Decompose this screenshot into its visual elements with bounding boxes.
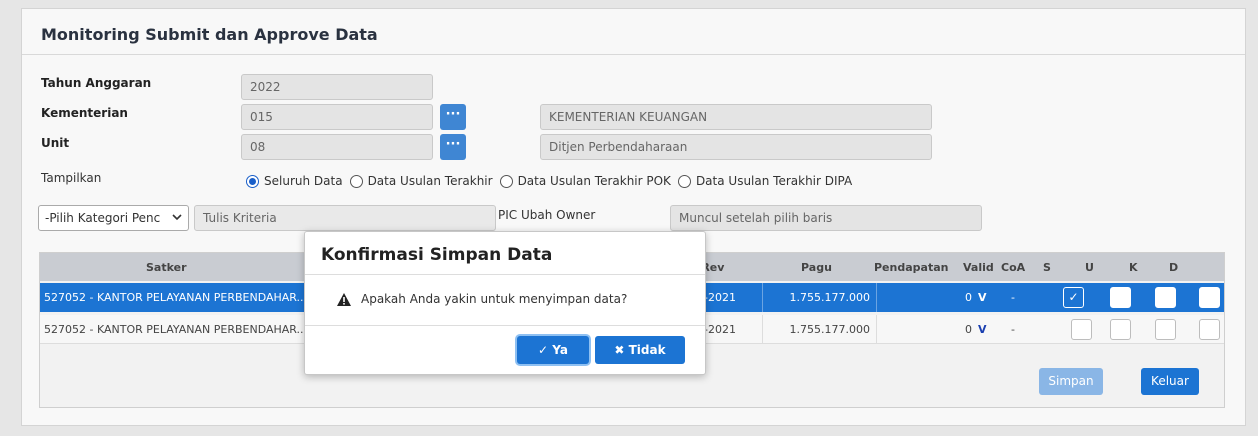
- th-satker[interactable]: Satker: [146, 261, 187, 274]
- radio-icon[interactable]: [349, 174, 363, 188]
- dialog-message: Apakah Anda yakin untuk menyimpan data?: [337, 292, 627, 306]
- checkbox-u[interactable]: [1110, 319, 1131, 340]
- cell-satker: 527052 - KANTOR PELAYANAN PERBENDAHAR...: [44, 291, 308, 304]
- tidak-button[interactable]: ✖ Tidak: [595, 336, 685, 364]
- kementerian-lookup-button[interactable]: ···: [440, 104, 466, 130]
- cell-valid: V: [978, 323, 987, 336]
- kementerian-label: Kementerian: [41, 106, 128, 120]
- th-valid[interactable]: Valid: [963, 261, 994, 274]
- cell-pendapatan: 0: [965, 291, 972, 304]
- unit-lookup-button[interactable]: ···: [440, 134, 466, 160]
- radio-seluruh-data[interactable]: Seluruh Data: [246, 174, 343, 188]
- th-s[interactable]: S: [1043, 261, 1051, 274]
- tampilkan-radio-group: Seluruh Data Data Usulan Terakhir Data U…: [246, 174, 859, 188]
- checkbox-d[interactable]: [1199, 287, 1220, 308]
- simpan-button[interactable]: Simpan: [1039, 368, 1103, 395]
- th-d[interactable]: D: [1169, 261, 1178, 274]
- cell-pendapatan: 0: [965, 323, 972, 336]
- column-divider: [762, 283, 763, 312]
- unit-label: Unit: [41, 136, 70, 150]
- radio-data-usulan-terakhir-dipa[interactable]: Data Usulan Terakhir DIPA: [677, 174, 852, 188]
- kriteria-input[interactable]: Tulis Kriteria: [194, 205, 496, 231]
- unit-code-field[interactable]: 08: [241, 134, 433, 160]
- radio-data-usulan-terakhir-pok[interactable]: Data Usulan Terakhir POK: [499, 174, 671, 188]
- radio-selected-icon[interactable]: [246, 174, 259, 188]
- checkbox-k[interactable]: [1155, 319, 1176, 340]
- th-u[interactable]: U: [1085, 261, 1094, 274]
- unit-name-field: Ditjen Perbendaharaan: [540, 134, 932, 160]
- ya-button[interactable]: ✓ Ya: [517, 336, 589, 364]
- checkbox-d[interactable]: [1199, 319, 1220, 340]
- cell-pagu: 1.755.177.000: [789, 323, 870, 336]
- dialog-divider: [305, 274, 705, 275]
- checkbox-s[interactable]: [1071, 319, 1092, 340]
- column-divider: [876, 315, 877, 344]
- cell-coa: -: [1011, 323, 1015, 336]
- cell-valid: V: [978, 291, 987, 304]
- cell-coa: -: [1011, 291, 1015, 304]
- cell-pagu: 1.755.177.000: [789, 291, 870, 304]
- cell-satker: 527052 - KANTOR PELAYANAN PERBENDAHAR...: [44, 323, 308, 336]
- column-divider: [762, 315, 763, 344]
- chevron-down-icon: [172, 210, 182, 227]
- column-divider: [876, 283, 877, 312]
- th-coa[interactable]: CoA: [1001, 261, 1025, 274]
- panel-header: Monitoring Submit dan Approve Data: [22, 9, 1245, 55]
- radio-icon[interactable]: [499, 174, 513, 188]
- page-title: Monitoring Submit dan Approve Data: [41, 25, 378, 44]
- radio-icon[interactable]: [677, 174, 691, 188]
- checkbox-s[interactable]: ✓: [1063, 287, 1084, 308]
- th-pagu[interactable]: Pagu: [801, 261, 832, 274]
- th-pendapatan[interactable]: Pendapatan: [874, 261, 948, 274]
- dialog-title: Konfirmasi Simpan Data: [321, 245, 553, 265]
- keluar-button[interactable]: Keluar: [1141, 368, 1199, 395]
- kategori-select[interactable]: -Pilih Kategori Penc: [38, 205, 189, 231]
- th-k[interactable]: K: [1129, 261, 1138, 274]
- kementerian-code-field[interactable]: 015: [241, 104, 433, 130]
- tampilkan-label: Tampilkan: [41, 171, 102, 185]
- confirm-dialog: Konfirmasi Simpan Data Apakah Anda yakin…: [304, 231, 706, 375]
- radio-data-usulan-terakhir[interactable]: Data Usulan Terakhir: [349, 174, 493, 188]
- checkbox-k[interactable]: [1155, 287, 1176, 308]
- pic-ubah-owner-label: PIC Ubah Owner: [498, 208, 596, 222]
- tahun-anggaran-label: Tahun Anggaran: [41, 76, 152, 90]
- warning-icon: [337, 292, 351, 306]
- tahun-anggaran-field[interactable]: 2022: [241, 74, 433, 100]
- pic-owner-field: Muncul setelah pilih baris: [670, 205, 982, 231]
- checkbox-u[interactable]: [1110, 287, 1131, 308]
- dialog-divider: [305, 325, 705, 326]
- kementerian-name-field: KEMENTERIAN KEUANGAN: [540, 104, 932, 130]
